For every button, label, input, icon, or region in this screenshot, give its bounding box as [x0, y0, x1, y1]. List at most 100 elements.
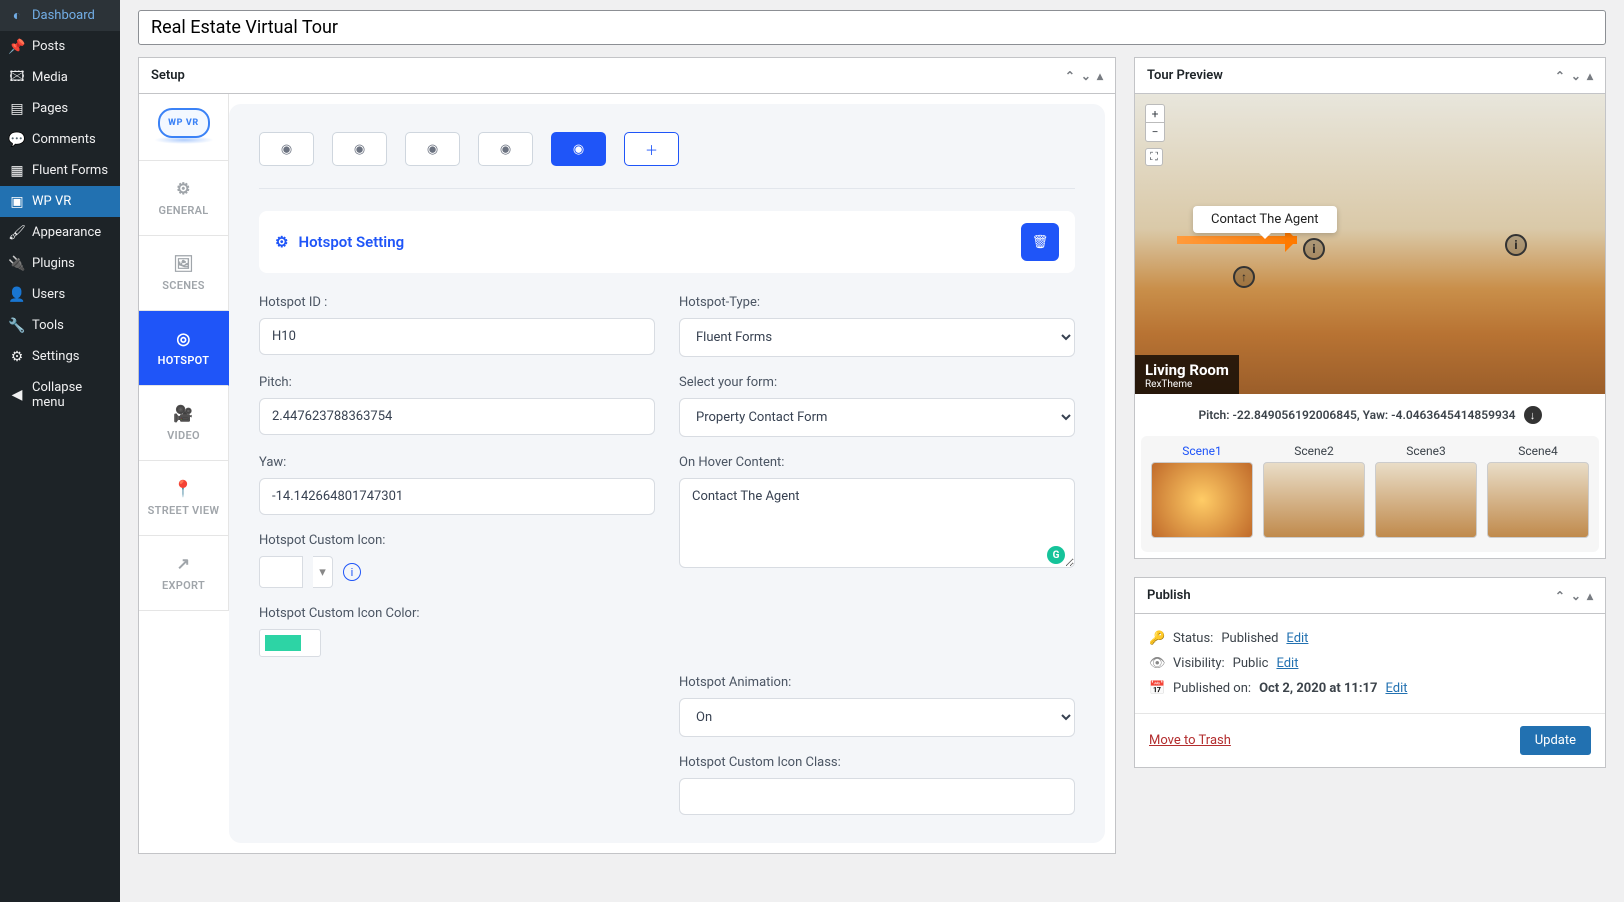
hotspot-marker-nav[interactable]: ↑	[1233, 266, 1255, 288]
panel-toggle-icon[interactable]: ▴	[1097, 69, 1103, 83]
on-hover-textarea[interactable]: Contact The Agent	[679, 478, 1075, 568]
preview-coords: Pitch: -22.849056192006845, Yaw: -4.0463…	[1198, 408, 1515, 422]
video-icon: 🎥	[173, 404, 193, 423]
panel-toggle-icon[interactable]: ▴	[1587, 69, 1593, 83]
posts-icon: 📌	[10, 40, 24, 54]
post-title-input[interactable]	[138, 10, 1606, 45]
pages-icon: ▤	[10, 102, 24, 116]
nav-plugins[interactable]: 🔌Plugins	[0, 248, 120, 279]
nav-tools[interactable]: 🔧Tools	[0, 310, 120, 341]
pointer-arrow	[1177, 236, 1297, 244]
wpvr-logo-icon: WP VR	[158, 108, 210, 138]
icon-class-input[interactable]	[679, 778, 1075, 815]
hotspot-type-select[interactable]: Fluent Forms	[679, 318, 1075, 357]
tab-hotspot[interactable]: ◎ HOTSPOT	[139, 311, 229, 386]
collapse-icon: ◀	[10, 388, 24, 402]
tab-logo[interactable]: WP VR	[139, 94, 229, 161]
appearance-icon: 🖌	[10, 226, 24, 240]
admin-sidebar: ◐Dashboard 📌Posts 🖾Media ▤Pages 💬Comment…	[0, 0, 120, 902]
scene-thumb-1[interactable]: Scene1	[1151, 444, 1253, 538]
hotspot-item-3[interactable]: ◉	[405, 132, 460, 166]
tab-video[interactable]: 🎥 VIDEO	[139, 386, 229, 461]
eye-icon: 👁	[1149, 656, 1165, 671]
pin-icon: 📍	[173, 479, 193, 498]
icon-picker-dropdown[interactable]: ▾	[313, 556, 333, 588]
hotspot-item-1[interactable]: ◉	[259, 132, 314, 166]
scene-thumb-3[interactable]: Scene3	[1375, 444, 1477, 538]
nav-pages[interactable]: ▤Pages	[0, 93, 120, 124]
animation-select[interactable]: On	[679, 698, 1075, 737]
tour-preview-title: Tour Preview	[1147, 68, 1223, 83]
hotspot-type-label: Hotspot-Type:	[679, 295, 1075, 310]
download-coords-icon[interactable]: ↓	[1524, 406, 1542, 424]
icon-picker-box[interactable]	[259, 556, 303, 588]
trash-icon: 🗑	[1032, 235, 1049, 250]
hotspot-marker-info-2[interactable]: i	[1505, 234, 1527, 256]
nav-dashboard[interactable]: ◐Dashboard	[0, 0, 120, 31]
select-form-label: Select your form:	[679, 375, 1075, 390]
setup-panel-title: Setup	[151, 68, 185, 83]
scene-thumb-4[interactable]: Scene4	[1487, 444, 1589, 538]
dashboard-icon: ◐	[10, 9, 24, 23]
update-button[interactable]: Update	[1520, 726, 1591, 755]
scene-author: RexTheme	[1145, 379, 1229, 390]
edit-date-link[interactable]: Edit	[1385, 681, 1407, 696]
tab-export[interactable]: ↗ EXPORT	[139, 536, 229, 611]
nav-fluent-forms[interactable]: ▦Fluent Forms	[0, 155, 120, 186]
color-picker[interactable]	[259, 629, 321, 657]
fullscreen-button[interactable]: ⛶	[1145, 148, 1163, 166]
nav-comments[interactable]: 💬Comments	[0, 124, 120, 155]
tab-general[interactable]: ⚙ GENERAL	[139, 161, 229, 236]
pitch-input[interactable]	[259, 398, 655, 435]
hotspot-item-5[interactable]: ◉	[551, 132, 606, 166]
nav-posts[interactable]: 📌Posts	[0, 31, 120, 62]
hotspot-id-label: Hotspot ID :	[259, 295, 655, 310]
hotspot-tooltip: Contact The Agent	[1193, 206, 1337, 233]
gear-icon: ⚙	[176, 179, 191, 198]
delete-hotspot-button[interactable]: 🗑	[1021, 223, 1059, 261]
panorama-viewer[interactable]: + − ⛶ Contact The Agent i ↑ i Living Roo…	[1135, 94, 1605, 394]
add-hotspot-button[interactable]: ＋	[624, 132, 679, 166]
select-form-select[interactable]: Property Contact Form	[679, 398, 1075, 437]
users-icon: 👤	[10, 288, 24, 302]
tab-street-view[interactable]: 📍 STREET VIEW	[139, 461, 229, 536]
panel-collapse-up-icon[interactable]: ⌃	[1555, 69, 1565, 83]
zoom-in-button[interactable]: +	[1146, 105, 1164, 123]
edit-visibility-link[interactable]: Edit	[1276, 656, 1298, 671]
tab-scenes[interactable]: 🖼 SCENES	[139, 236, 229, 311]
comments-icon: 💬	[10, 133, 24, 147]
nav-appearance[interactable]: 🖌Appearance	[0, 217, 120, 248]
custom-icon-label: Hotspot Custom Icon:	[259, 533, 655, 548]
panel-collapse-down-icon[interactable]: ⌄	[1571, 69, 1581, 83]
info-icon[interactable]: i	[343, 563, 361, 581]
panel-collapse-up-icon[interactable]: ⌃	[1065, 69, 1075, 83]
hotspot-item-4[interactable]: ◉	[478, 132, 533, 166]
grammarly-icon: G	[1047, 546, 1065, 564]
move-to-trash-link[interactable]: Move to Trash	[1149, 733, 1231, 748]
panel-toggle-icon[interactable]: ▴	[1587, 589, 1593, 603]
nav-wpvr[interactable]: ▣WP VR	[0, 186, 120, 217]
panel-collapse-down-icon[interactable]: ⌄	[1571, 589, 1581, 603]
key-icon: 🔑	[1149, 631, 1165, 646]
edit-status-link[interactable]: Edit	[1286, 631, 1308, 646]
visibility-label: Visibility:	[1173, 656, 1225, 671]
scene-title: Living Room	[1145, 361, 1229, 379]
yaw-label: Yaw:	[259, 455, 655, 470]
zoom-out-button[interactable]: −	[1146, 123, 1164, 141]
hotspot-item-2[interactable]: ◉	[332, 132, 387, 166]
target-icon: ◎	[176, 329, 190, 348]
forms-icon: ▦	[10, 164, 24, 178]
yaw-input[interactable]	[259, 478, 655, 515]
panel-collapse-up-icon[interactable]: ⌃	[1555, 589, 1565, 603]
scene-thumbnails: Scene1 Scene2 Scene3 Scene4	[1141, 436, 1599, 552]
nav-collapse[interactable]: ◀Collapse menu	[0, 372, 120, 418]
nav-media[interactable]: 🖾Media	[0, 62, 120, 93]
nav-users[interactable]: 👤Users	[0, 279, 120, 310]
status-value: Published	[1221, 631, 1278, 646]
nav-settings[interactable]: ⚙Settings	[0, 341, 120, 372]
hotspot-id-input[interactable]	[259, 318, 655, 355]
panel-collapse-down-icon[interactable]: ⌄	[1081, 69, 1091, 83]
scene-thumb-2[interactable]: Scene2	[1263, 444, 1365, 538]
hotspot-marker-info[interactable]: i	[1303, 238, 1325, 260]
publish-panel-title: Publish	[1147, 588, 1191, 603]
